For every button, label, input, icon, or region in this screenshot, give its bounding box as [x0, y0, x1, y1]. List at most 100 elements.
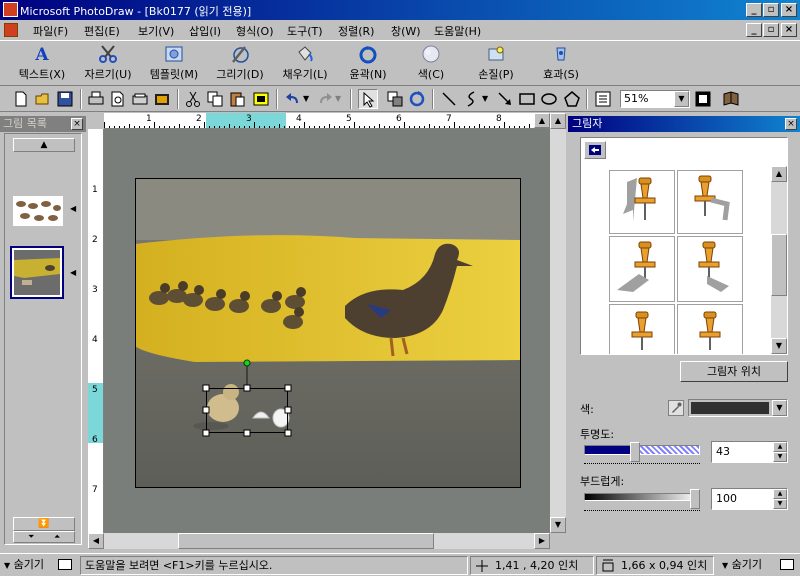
document-icon[interactable] — [4, 23, 18, 37]
minimize-button[interactable]: _ — [746, 3, 762, 17]
print-preview-icon[interactable] — [109, 90, 127, 108]
curve-dropdown-arrow[interactable]: ▼ — [482, 94, 488, 103]
doc-minimize-button[interactable]: _ — [746, 23, 762, 37]
gallery-back-button[interactable] — [584, 141, 606, 159]
menu-edit[interactable]: 편집(E) — [84, 23, 120, 39]
thumbnail-selected[interactable] — [10, 246, 64, 299]
undo-dropdown-arrow[interactable]: ▼ — [303, 94, 309, 103]
vscroll-down-button[interactable]: ▼ — [550, 517, 566, 533]
arrow-tool-icon[interactable] — [496, 90, 514, 108]
maximize-button[interactable]: ▫ — [763, 3, 779, 17]
format-painter-icon[interactable] — [252, 90, 270, 108]
close-button[interactable]: × — [781, 3, 797, 17]
scroll-bottom-button[interactable]: ⏬ — [13, 517, 75, 531]
menu-file[interactable]: 파일(F) — [33, 23, 68, 39]
scroll-down-button[interactable]: ⏷ — [28, 532, 34, 542]
scroll-up-button[interactable]: ▲ — [13, 138, 75, 152]
color-button[interactable]: 색(C) — [408, 44, 454, 84]
menu-format[interactable]: 형식(O) — [236, 23, 273, 39]
rotate-icon[interactable] — [408, 90, 426, 108]
doc-maximize-button[interactable]: ▫ — [763, 23, 779, 37]
hscroll-right-button[interactable]: ▶ — [534, 533, 550, 549]
transparency-thumb[interactable] — [630, 442, 640, 462]
ruler-scroll-up[interactable]: ▲ — [534, 113, 550, 128]
menu-insert[interactable]: 삽입(I) — [189, 23, 221, 39]
open-icon[interactable] — [34, 90, 52, 108]
transparency-spin-up[interactable]: ▲ — [773, 442, 787, 452]
duck-photo[interactable] — [135, 178, 521, 488]
ellipse-tool-icon[interactable] — [540, 90, 558, 108]
softness-spin-down[interactable]: ▼ — [773, 499, 787, 509]
shadow-style-option[interactable] — [609, 304, 675, 354]
autoshape-tool-icon[interactable] — [563, 90, 581, 108]
pointer-button[interactable] — [358, 89, 378, 109]
picture-list-close-button[interactable]: × — [71, 118, 83, 130]
vertical-scrollbar[interactable]: ▲ ▼ — [550, 113, 566, 533]
horizontal-scrollbar[interactable]: ◀ ▶ — [88, 533, 550, 549]
scan-icon[interactable] — [131, 90, 149, 108]
save-icon[interactable] — [56, 90, 74, 108]
crop-button[interactable]: 자르기(U) — [78, 44, 138, 84]
redo-icon[interactable] — [316, 90, 334, 108]
shadow-style-option[interactable] — [677, 304, 743, 354]
gallery-scrollbar[interactable]: ▲ ▼ — [771, 166, 787, 354]
menu-tools[interactable]: 도구(T) — [287, 23, 323, 39]
softness-slider[interactable] — [580, 488, 704, 514]
transparency-spinbox[interactable]: 43 ▲ ▼ — [711, 441, 788, 463]
draw-button[interactable]: 그리기(D) — [210, 44, 270, 84]
thumbnail-ducklings[interactable] — [13, 196, 63, 226]
fit-zoom-icon[interactable] — [694, 90, 712, 108]
menu-arrange[interactable]: 정렬(R) — [338, 23, 374, 39]
menu-window[interactable]: 창(W) — [391, 23, 421, 39]
templates-button[interactable]: 템플릿(M) — [143, 44, 205, 84]
vscroll-up-button[interactable]: ▲ — [550, 113, 566, 129]
rectangle-tool-icon[interactable] — [518, 90, 536, 108]
effects-button[interactable]: 효과(S) — [535, 44, 587, 84]
curve-tool-icon[interactable] — [462, 90, 480, 108]
zoom-combobox[interactable]: 51% ▼ — [620, 90, 690, 108]
camera-icon[interactable] — [153, 90, 171, 108]
new-icon[interactable] — [12, 90, 30, 108]
outline-button[interactable]: 윤곽(N) — [340, 44, 396, 84]
zoom-dropdown-arrow[interactable]: ▼ — [674, 91, 689, 107]
gallery-book-icon[interactable] — [722, 90, 740, 108]
softness-thumb[interactable] — [690, 489, 700, 509]
undo-icon[interactable] — [284, 90, 302, 108]
line-tool-icon[interactable] — [440, 90, 458, 108]
selection-handles[interactable] — [200, 357, 296, 439]
picture-list-icon[interactable] — [594, 90, 612, 108]
text-button[interactable]: A 텍스트(X) — [12, 44, 72, 84]
gallery-scroll-up[interactable]: ▲ — [771, 166, 787, 182]
arrange-icon[interactable] — [386, 90, 404, 108]
shadow-color-dropdown-arrow[interactable]: ▼ — [772, 400, 787, 416]
eyedropper-icon[interactable] — [668, 400, 684, 416]
print-icon[interactable] — [87, 90, 105, 108]
menu-help[interactable]: 도움말(H) — [434, 23, 481, 39]
doc-close-button[interactable]: × — [781, 23, 797, 37]
hscroll-left-button[interactable]: ◀ — [88, 533, 104, 549]
redo-dropdown-arrow[interactable]: ▼ — [335, 94, 341, 103]
shadow-style-option[interactable] — [609, 236, 675, 302]
shadow-position-button[interactable]: 그림자 위치 — [680, 361, 788, 382]
transparency-slider[interactable] — [580, 441, 704, 467]
shadow-panel-close-button[interactable]: × — [785, 118, 797, 130]
shadow-color-dropdown[interactable]: ▼ — [688, 399, 788, 417]
hide-left-panel-toggle[interactable]: ▼ 숨기기 — [0, 556, 78, 575]
shadow-style-option[interactable] — [677, 170, 743, 234]
hide-right-panel-toggle[interactable]: ▼ 숨기기 — [718, 556, 800, 575]
fill-button[interactable]: 채우기(L) — [275, 44, 335, 84]
transparency-spin-down[interactable]: ▼ — [773, 452, 787, 462]
copy-icon[interactable] — [206, 90, 224, 108]
paste-icon[interactable] — [228, 90, 246, 108]
softness-spinbox[interactable]: 100 ▲ ▼ — [711, 488, 788, 510]
hscroll-thumb[interactable] — [178, 533, 434, 549]
cut-icon[interactable] — [184, 90, 202, 108]
menu-view[interactable]: 보기(V) — [138, 23, 174, 39]
touch-up-button[interactable]: 손질(P) — [470, 44, 522, 84]
shadow-style-option[interactable] — [677, 236, 743, 302]
softness-spin-up[interactable]: ▲ — [773, 489, 787, 499]
gallery-scroll-thumb[interactable] — [771, 234, 787, 296]
scroll-up-small-button[interactable]: ⏶ — [54, 532, 60, 542]
shadow-style-option[interactable] — [609, 170, 675, 234]
gallery-scroll-down[interactable]: ▼ — [771, 338, 787, 354]
